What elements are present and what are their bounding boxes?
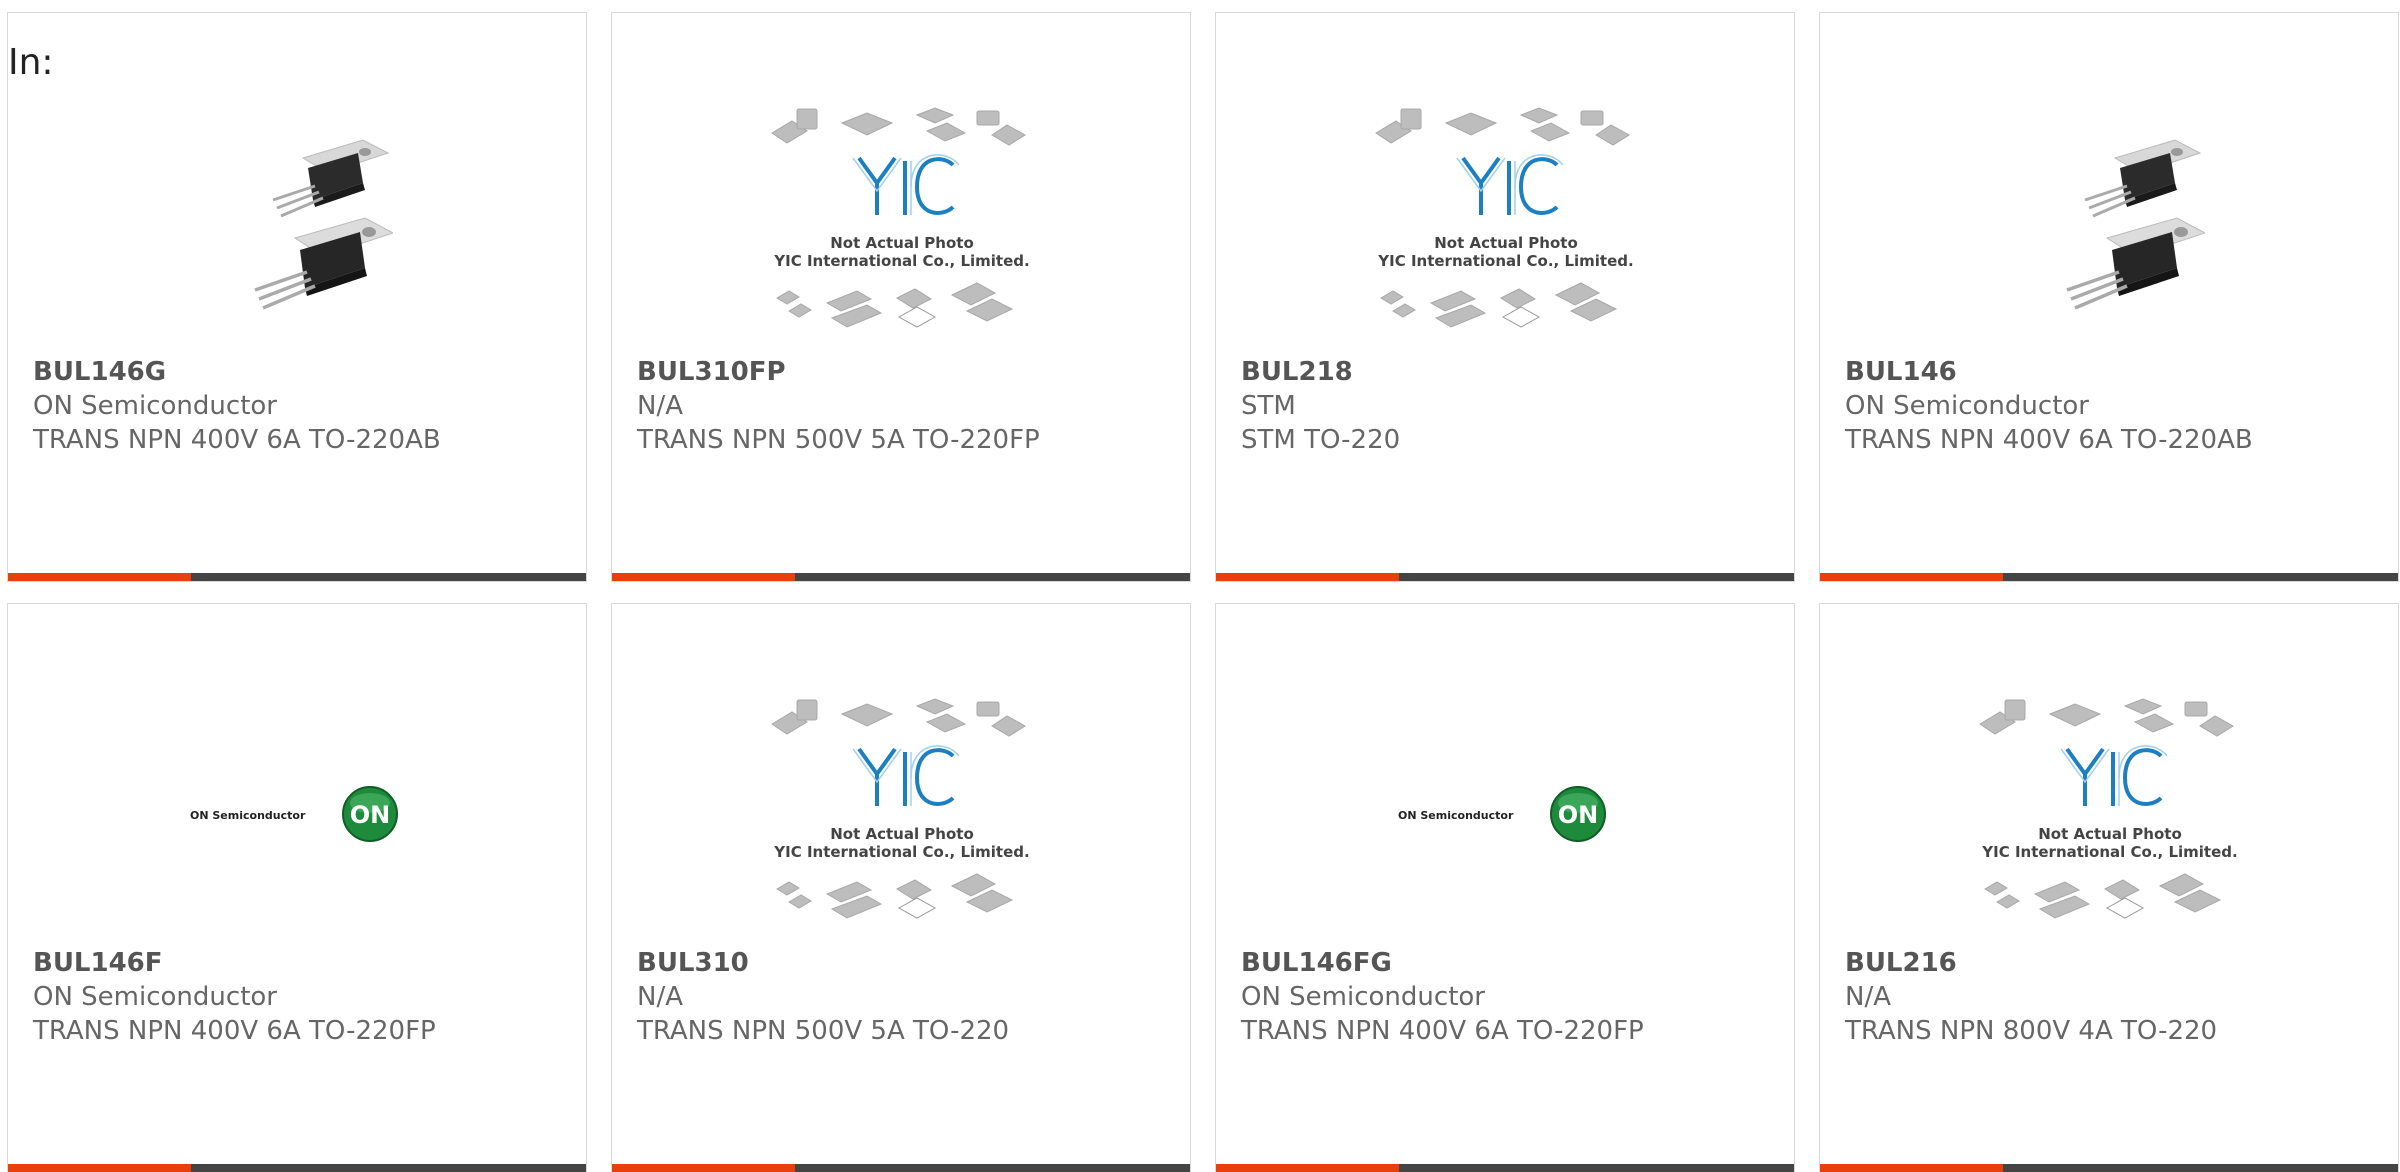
placeholder-caption-line1: Not Actual Photo <box>830 234 974 252</box>
description: TRANS NPN 500V 5A TO-220 <box>637 1016 1010 1046</box>
on-wordmark: ON Semiconductor <box>1398 809 1514 822</box>
card-accent-bar <box>612 1164 795 1172</box>
placeholder-caption-line1: Not Actual Photo <box>2038 825 2182 843</box>
product-image[interactable] <box>148 93 448 353</box>
card-bottom-bar <box>795 573 1190 581</box>
manufacturer: N/A <box>637 391 683 421</box>
on-badge-text: ON <box>1558 801 1599 829</box>
card-bottom-bar <box>1399 573 1794 581</box>
card-bottom-bar <box>191 573 586 581</box>
product-info: BUL216 N/A TRANS NPN 800V 4A TO-220 <box>1845 946 2378 1048</box>
product-card[interactable]: BUL146 ON Semiconductor TRANS NPN 400V 6A … <box>1819 12 2399 582</box>
part-number-link[interactable]: BUL216 <box>1845 946 2378 980</box>
manufacturer: ON Semiconductor <box>33 982 277 1012</box>
card-bottom-bar <box>191 1164 586 1172</box>
product-image[interactable]: ON Semiconductor ON <box>1356 684 1656 944</box>
in-label: In: <box>8 42 54 83</box>
on-badge-text: ON <box>350 801 391 829</box>
product-card[interactable]: Not Actual Photo YIC International Co., … <box>611 12 1191 582</box>
description: STM TO-220 <box>1241 425 1401 455</box>
product-image[interactable]: Not Actual Photo YIC International Co., … <box>1356 93 1656 353</box>
part-number-link[interactable]: BUL310FP <box>637 355 1170 389</box>
transistor-photo-icon <box>254 139 393 310</box>
card-accent-bar <box>1216 573 1399 581</box>
part-number-link[interactable]: BUL146G <box>33 355 566 389</box>
placeholder-caption-line1: Not Actual Photo <box>1434 234 1578 252</box>
card-bottom-bar <box>2003 1164 2398 1172</box>
yic-placeholder-icon: Not Actual Photo YIC International Co., … <box>1979 698 2238 919</box>
product-image[interactable]: Not Actual Photo YIC International Co., … <box>752 684 1052 944</box>
product-card[interactable]: ON Semiconductor ON BUL146F ON Semiconduc… <box>7 603 587 1172</box>
on-wordmark: ON Semiconductor <box>190 809 306 822</box>
description: TRANS NPN 500V 5A TO-220FP <box>637 425 1040 455</box>
part-number-link[interactable]: BUL146 <box>1845 355 2378 389</box>
transistor-photo-icon <box>2066 139 2205 310</box>
product-card[interactable]: Not Actual Photo YIC International Co., … <box>1215 12 1795 582</box>
product-card[interactable]: ON Semiconductor ON BUL146FG ON Semicondu… <box>1215 603 1795 1172</box>
card-accent-bar <box>8 573 191 581</box>
part-number-link[interactable]: BUL310 <box>637 946 1170 980</box>
manufacturer: N/A <box>637 982 683 1012</box>
on-semiconductor-logo-icon: ON Semiconductor ON <box>1398 786 1606 842</box>
description: TRANS NPN 400V 6A TO-220FP <box>1241 1016 1644 1046</box>
card-bottom-bar <box>795 1164 1190 1172</box>
placeholder-caption-line2: YIC International Co., Limited. <box>1981 843 2237 861</box>
yic-placeholder-icon: Not Actual Photo YIC International Co., … <box>771 698 1030 919</box>
manufacturer: ON Semiconductor <box>33 391 277 421</box>
product-info: BUL146G ON Semiconductor TRANS NPN 400V 6A… <box>33 355 566 457</box>
manufacturer: STM <box>1241 391 1296 421</box>
placeholder-caption-line2: YIC International Co., Limited. <box>1377 252 1633 270</box>
description: TRANS NPN 400V 6A TO-220AB <box>33 425 441 455</box>
product-info: BUL310 N/A TRANS NPN 500V 5A TO-220 <box>637 946 1170 1048</box>
placeholder-caption-line2: YIC International Co., Limited. <box>773 843 1029 861</box>
product-image[interactable]: Not Actual Photo YIC International Co., … <box>752 93 1052 353</box>
manufacturer: ON Semiconductor <box>1241 982 1485 1012</box>
placeholder-caption-line2: YIC International Co., Limited. <box>773 252 1029 270</box>
product-info: BUL146FG ON Semiconductor TRANS NPN 400V 6… <box>1241 946 1774 1048</box>
card-accent-bar <box>8 1164 191 1172</box>
card-accent-bar <box>1820 573 2003 581</box>
product-info: BUL310FP N/A TRANS NPN 500V 5A TO-220FP <box>637 355 1170 457</box>
product-info: BUL146 ON Semiconductor TRANS NPN 400V 6A … <box>1845 355 2378 457</box>
product-info: BUL218 STM STM TO-220 <box>1241 355 1774 457</box>
product-card[interactable]: Not Actual Photo YIC International Co., … <box>1819 603 2399 1172</box>
product-image[interactable] <box>1960 93 2260 353</box>
product-card[interactable]: Not Actual Photo YIC International Co., … <box>611 603 1191 1172</box>
description: TRANS NPN 800V 4A TO-220 <box>1845 1016 2218 1046</box>
description: TRANS NPN 400V 6A TO-220AB <box>1845 425 2253 455</box>
part-number-link[interactable]: BUL146F <box>33 946 566 980</box>
placeholder-caption-line1: Not Actual Photo <box>830 825 974 843</box>
card-bottom-bar <box>1399 1164 1794 1172</box>
product-image[interactable]: Not Actual Photo YIC International Co., … <box>1960 684 2260 944</box>
part-number-link[interactable]: BUL146FG <box>1241 946 1774 980</box>
part-number-link[interactable]: BUL218 <box>1241 355 1774 389</box>
product-results-page: In: BUL146G ON Semiconductor TRANS NPN 400… <box>0 0 2400 1172</box>
description: TRANS NPN 400V 6A TO-220FP <box>33 1016 436 1046</box>
product-image[interactable]: ON Semiconductor ON <box>148 684 448 944</box>
product-card[interactable]: BUL146G ON Semiconductor TRANS NPN 400V 6A… <box>7 12 587 582</box>
product-info: BUL146F ON Semiconductor TRANS NPN 400V 6A… <box>33 946 566 1048</box>
card-accent-bar <box>1216 1164 1399 1172</box>
on-semiconductor-logo-icon: ON Semiconductor ON <box>190 786 398 842</box>
card-accent-bar <box>612 573 795 581</box>
card-accent-bar <box>1820 1164 2003 1172</box>
yic-placeholder-icon: Not Actual Photo YIC International Co., … <box>1375 107 1634 328</box>
product-grid: BUL146G ON Semiconductor TRANS NPN 400V 6A… <box>0 0 2400 1172</box>
yic-placeholder-icon: Not Actual Photo YIC International Co., … <box>771 107 1030 328</box>
manufacturer: N/A <box>1845 982 1891 1012</box>
manufacturer: ON Semiconductor <box>1845 391 2089 421</box>
card-bottom-bar <box>2003 573 2398 581</box>
